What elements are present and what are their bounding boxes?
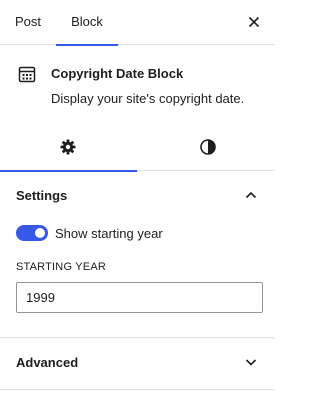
starting-year-label: STARTING YEAR	[16, 261, 107, 273]
settings-panel-title: Settings	[16, 188, 68, 203]
contrast-icon	[200, 139, 216, 155]
tab-styles[interactable]	[138, 125, 275, 171]
gear-icon	[60, 139, 76, 155]
block-card: Copyright Date Block Display your site's…	[0, 45, 275, 125]
calendar-icon	[18, 66, 36, 83]
settings-panel-header[interactable]: Settings	[0, 171, 275, 221]
show-starting-year-label: Show starting year	[55, 226, 163, 241]
tab-block[interactable]: Block	[56, 0, 118, 46]
advanced-panel-title: Advanced	[16, 355, 79, 370]
block-title: Copyright Date Block	[51, 66, 184, 81]
chevron-down-icon[interactable]	[243, 354, 259, 370]
tab-settings[interactable]	[0, 125, 137, 172]
chevron-up-icon[interactable]	[243, 187, 259, 203]
starting-year-input[interactable]	[16, 282, 263, 313]
sidebar-header-tabs: Post Block	[0, 0, 275, 46]
advanced-panel-header[interactable]: Advanced	[0, 338, 275, 388]
panel-divider	[0, 389, 275, 390]
close-icon[interactable]	[244, 12, 264, 32]
block-description: Display your site's copyright date.	[51, 91, 245, 106]
tab-post[interactable]: Post	[15, 0, 41, 45]
show-starting-year-toggle[interactable]	[16, 225, 48, 241]
inspector-tabs	[0, 125, 275, 172]
